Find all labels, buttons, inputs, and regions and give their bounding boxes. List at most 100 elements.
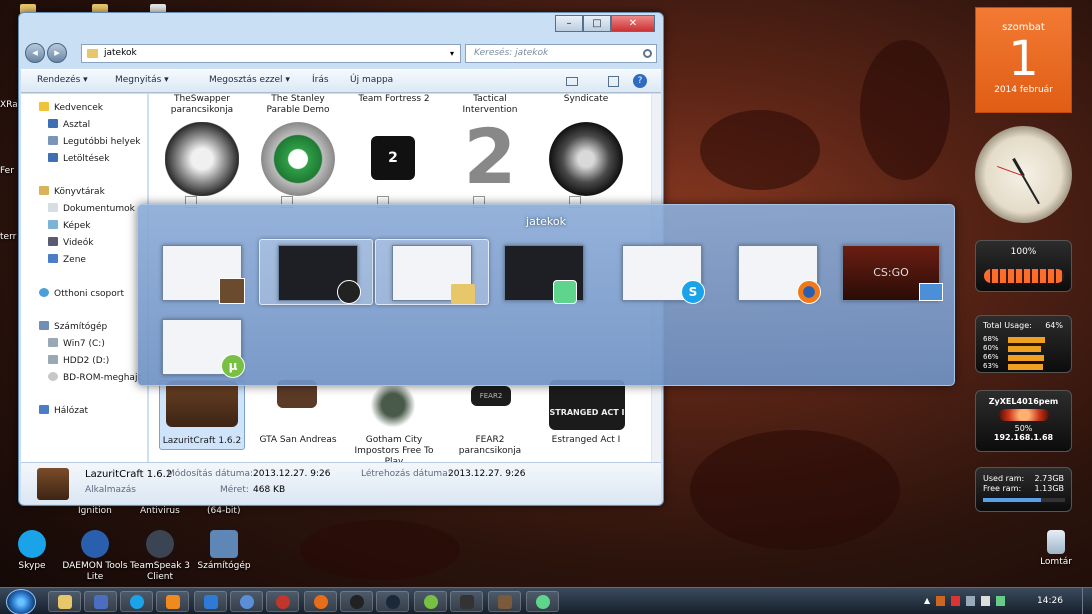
libraries-icon — [39, 186, 49, 195]
file-label: The Stanley Parable Demo — [266, 94, 330, 115]
taskbar-app[interactable] — [230, 591, 263, 612]
burn-button[interactable]: Írás — [312, 75, 329, 85]
taskbar-app[interactable] — [194, 591, 227, 612]
syndicate-icon — [549, 122, 623, 196]
desktop-icon-recycle-bin[interactable]: Lomtár — [1021, 530, 1091, 568]
file-item-selected[interactable]: LazuritCraft 1.6.2 — [159, 380, 245, 450]
tray-icons[interactable]: ▲ — [924, 596, 1014, 608]
nav-music[interactable]: Zene — [48, 254, 86, 265]
nav-drive-c[interactable]: Win7 (C:) — [48, 338, 105, 349]
cpu-gadget[interactable]: Total Usage: 64% 68% 60% 66% 63% — [975, 315, 1072, 373]
taskbar-app[interactable] — [488, 591, 521, 612]
file-item[interactable]: The Stanley Parable Demo — [255, 94, 341, 196]
nav-documents[interactable]: Dokumentumok — [48, 203, 135, 214]
skype-icon — [130, 595, 144, 609]
nav-homegroup[interactable]: Otthoni csoport — [39, 288, 124, 299]
desktop-label-ignition[interactable]: Ignition — [78, 506, 112, 516]
network-gadget[interactable]: ZyXEL4016pem 50% 192.168.1.68 — [975, 390, 1072, 452]
desktop-icon-computer[interactable]: Számítógép — [189, 530, 259, 572]
clock-minute-hand — [1022, 175, 1040, 205]
battery-gadget[interactable]: 100% — [975, 240, 1072, 292]
taskbar-firefox[interactable] — [304, 591, 337, 612]
desktop-icon-skype[interactable]: Skype — [0, 530, 67, 572]
nav-drive-d[interactable]: HDD2 (D:) — [48, 355, 109, 366]
switcher-thumb-utorrent[interactable]: µ — [162, 319, 245, 378]
tray-app-icon[interactable] — [951, 596, 961, 606]
details-size-value: 468 KB — [253, 485, 286, 495]
nav-favorites[interactable]: Kedvencek — [39, 102, 103, 113]
new-folder-button[interactable]: Új mappa — [350, 75, 393, 85]
music-icon — [48, 254, 58, 263]
nav-pictures[interactable]: Képek — [48, 220, 90, 231]
taskbar-utorrent[interactable] — [414, 591, 447, 612]
clock-gadget[interactable] — [975, 126, 1072, 223]
nav-downloads[interactable]: Letöltések — [48, 153, 109, 164]
nav-bd-rom[interactable]: BD-ROM-meghajt — [48, 372, 141, 383]
address-bar[interactable]: jatekok ▾ — [81, 44, 461, 63]
nav-libraries[interactable]: Könyvtárak — [39, 186, 105, 197]
close-button[interactable]: ✕ — [611, 15, 655, 32]
csgo-icon — [919, 283, 943, 301]
forward-button[interactable]: ▸ — [47, 43, 67, 63]
taskbar-app[interactable] — [84, 591, 117, 612]
address-dropdown-icon[interactable]: ▾ — [450, 45, 454, 62]
tray-volume-icon[interactable] — [981, 596, 991, 606]
desktop-icon — [48, 119, 58, 128]
nav-desktop[interactable]: Asztal — [48, 119, 90, 130]
show-desktop-button[interactable] — [1082, 588, 1092, 614]
file-item[interactable]: Syndicate — [543, 94, 629, 196]
desktop-label-antivirus[interactable]: Antivirus — [140, 506, 180, 516]
taskbar-steam[interactable] — [376, 591, 409, 612]
nav-computer[interactable]: Számítógép — [39, 321, 107, 332]
details-pane: LazuritCraft 1.6.2 Alkalmazás Módosítás … — [21, 462, 661, 504]
back-button[interactable]: ◂ — [25, 43, 45, 63]
utorrent-badge-icon: µ — [221, 354, 245, 378]
search-input[interactable]: Keresés: jatekok — [465, 44, 657, 63]
clock-time[interactable]: 14:26 — [1037, 596, 1063, 606]
taskbar-explorer[interactable] — [48, 591, 81, 612]
taskbar-app[interactable] — [266, 591, 299, 612]
file-item[interactable]: Team Fortress 2 2 — [351, 94, 437, 180]
taskbar-vlc[interactable] — [156, 591, 189, 612]
navigation-pane: Kedvencek Asztal Legutóbbi helyek Letölt… — [21, 94, 148, 462]
nav-network[interactable]: Hálózat — [39, 405, 88, 416]
switcher-thumb-steam-chat[interactable] — [162, 245, 245, 304]
switcher-thumb-obs[interactable] — [278, 245, 361, 304]
taskbar-app[interactable] — [526, 591, 559, 612]
tray-flag-icon[interactable] — [936, 596, 946, 606]
preview-pane-icon[interactable] — [608, 76, 619, 87]
calendar-gadget[interactable]: szombat 1 2014 február — [975, 7, 1072, 113]
desktop-label-terr[interactable]: terr — [0, 232, 16, 242]
tactical-intervention-icon: 2 — [463, 112, 517, 201]
help-icon[interactable]: ? — [633, 74, 647, 88]
switcher-thumb-skype[interactable]: S — [622, 245, 705, 304]
tray-app-icon[interactable] — [996, 596, 1006, 606]
file-item[interactable]: TheSwapper parancsikonja — [159, 94, 245, 196]
minimize-button[interactable]: – — [555, 15, 583, 32]
desktop-icon-daemon-tools[interactable]: DAEMON Tools Lite — [60, 530, 130, 583]
desktop-label-xra[interactable]: XRa — [0, 100, 18, 110]
view-options-icon[interactable] — [566, 77, 578, 86]
start-button[interactable] — [6, 589, 36, 614]
share-button[interactable]: Megosztás ezzel ▾ — [209, 75, 290, 85]
file-item[interactable]: Tactical Intervention 2 — [447, 94, 533, 195]
tray-network-icon[interactable] — [966, 596, 976, 606]
organize-button[interactable]: Rendezés ▾ — [37, 75, 88, 85]
desktop-icon-teamspeak[interactable]: TeamSpeak 3 Client — [125, 530, 195, 583]
taskbar-app[interactable] — [450, 591, 483, 612]
desktop-label-64bit[interactable]: (64-bit) — [207, 506, 240, 516]
ram-gadget[interactable]: Used ram: 2.73GB Free ram: 1.13GB — [975, 467, 1072, 512]
nav-recent-places[interactable]: Legutóbbi helyek — [48, 136, 140, 147]
switcher-thumb-firefox[interactable] — [738, 245, 821, 304]
open-button[interactable]: Megnyitás ▾ — [115, 75, 169, 85]
tray-arrow-icon[interactable]: ▲ — [924, 596, 930, 608]
switcher-thumb-console[interactable] — [504, 245, 584, 304]
nav-videos[interactable]: Videók — [48, 237, 93, 248]
taskbar-obs[interactable] — [340, 591, 373, 612]
maximize-button[interactable]: □ — [583, 15, 611, 32]
navigation-bar: ◂ ▸ jatekok ▾ Keresés: jatekok — [25, 43, 657, 65]
battery-bar — [984, 269, 1064, 283]
desktop-label-fer[interactable]: Fer — [0, 166, 14, 176]
switcher-thumb-explorer[interactable] — [392, 245, 475, 304]
taskbar-skype[interactable] — [120, 591, 153, 612]
